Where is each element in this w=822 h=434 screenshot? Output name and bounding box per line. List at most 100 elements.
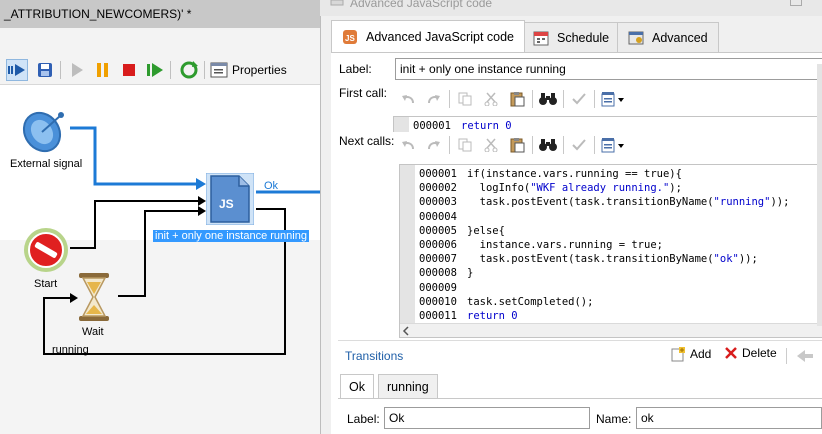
line-number: 000006	[419, 238, 457, 251]
label-field-label: Label:	[339, 62, 372, 76]
transition-name-input[interactable]: ok	[636, 407, 822, 429]
start-icon	[24, 228, 68, 272]
code-line: }	[467, 267, 474, 280]
paste-button[interactable]	[504, 134, 530, 156]
undo-icon	[402, 95, 414, 104]
insert-menu-icon	[601, 138, 624, 153]
svg-text:JS: JS	[345, 34, 355, 43]
paste-icon	[510, 138, 525, 153]
scroll-left-icon	[402, 326, 409, 336]
binoculars-icon	[539, 139, 557, 151]
tab-advanced[interactable]: Advanced	[617, 22, 719, 52]
select-mode-button[interactable]	[6, 59, 28, 81]
code-line: task.postEvent(task.transitionByName("ok…	[467, 253, 758, 266]
tab-label: Advanced JavaScript code	[366, 29, 515, 44]
code-line: instance.vars.running = true;	[467, 238, 663, 251]
tab-label: Advanced	[652, 30, 708, 45]
line-number: 000002	[419, 182, 457, 195]
svg-text:JS: JS	[219, 197, 234, 211]
transitions-title: Transitions	[345, 349, 404, 363]
js-activity-node[interactable]: JS	[205, 172, 255, 228]
horizontal-scrollbar[interactable]	[400, 323, 822, 337]
line-number: 000010	[419, 295, 457, 308]
tab-advanced-javascript-code[interactable]: JS Advanced JavaScript code	[331, 20, 526, 52]
copy-button[interactable]	[452, 88, 478, 110]
arrow-right-icon	[8, 64, 25, 76]
play-icon	[72, 63, 83, 77]
next-calls-editor[interactable]: 000001 if(instance.vars.running == true){…	[399, 164, 822, 338]
workflow-toolbar: Properties	[0, 55, 320, 85]
redo-button[interactable]	[421, 134, 447, 156]
transition-tab-label: running	[387, 379, 429, 394]
check-syntax-button[interactable]	[566, 88, 592, 110]
stop-icon	[123, 64, 135, 76]
external-signal-label: External signal	[10, 158, 83, 170]
undo-icon	[402, 141, 414, 150]
add-transition-button[interactable]: Add	[670, 346, 711, 362]
find-button[interactable]	[535, 134, 561, 156]
line-number: 000003	[419, 196, 457, 209]
javascript-file-icon: JS	[205, 172, 255, 226]
stop-button[interactable]	[118, 59, 140, 81]
transition-label-field-label: Label:	[347, 412, 380, 426]
label-input[interactable]: init + only one instance running	[395, 58, 822, 80]
delete-transition-button[interactable]: Delete	[724, 346, 777, 360]
transition-tab-running[interactable]: running	[378, 374, 438, 398]
delete-icon	[725, 347, 737, 359]
document-tab[interactable]: _ATTRIBUTION_NEWCOMERS)' *	[0, 0, 320, 28]
insert-menu-button[interactable]	[597, 134, 631, 156]
undo-button[interactable]	[395, 134, 421, 156]
start-label: Start	[34, 278, 58, 290]
transition-tab-label: Ok	[349, 379, 365, 394]
dialog-title: Advanced JavaScript code	[350, 0, 493, 10]
line-number: 000005	[419, 224, 457, 237]
cut-button[interactable]	[478, 134, 504, 156]
arrow-left-icon[interactable]	[796, 349, 814, 363]
binoculars-icon	[539, 93, 557, 105]
paste-button[interactable]	[504, 88, 530, 110]
copy-button[interactable]	[452, 134, 478, 156]
next-calls-label: Next calls:	[339, 134, 395, 148]
external-signal-node[interactable]	[20, 106, 70, 159]
pause-icon	[97, 63, 108, 77]
satellite-dish-icon	[22, 111, 64, 153]
copy-icon	[458, 92, 472, 106]
code-line: task.setCompleted();	[467, 295, 594, 308]
refresh-button[interactable]	[178, 59, 200, 81]
cut-icon	[484, 92, 498, 106]
cut-button[interactable]	[478, 88, 504, 110]
code-line: if(instance.vars.running == true){	[467, 168, 682, 180]
hourglass-icon	[79, 273, 109, 321]
copy-icon	[458, 138, 472, 152]
find-button[interactable]	[535, 88, 561, 110]
window-maximize-icon[interactable]	[790, 0, 802, 6]
first-call-toolbar	[395, 86, 631, 112]
check-syntax-button[interactable]	[566, 134, 592, 156]
undo-button[interactable]	[395, 88, 421, 110]
save-icon	[38, 63, 52, 77]
properties-button[interactable]: Properties	[210, 59, 287, 81]
insert-menu-button[interactable]	[597, 88, 631, 110]
transitions-header: Transitions Add Delete	[338, 340, 822, 370]
transition-running-label: running	[52, 344, 89, 356]
transition-label-input[interactable]: Ok	[384, 407, 590, 429]
first-call-editor[interactable]: 000001 return 0	[393, 116, 822, 132]
pause-button[interactable]	[92, 59, 114, 81]
save-button[interactable]	[34, 59, 56, 81]
transition-tab-ok[interactable]: Ok	[340, 374, 374, 398]
redo-button[interactable]	[421, 88, 447, 110]
transition-name-field-label: Name:	[596, 412, 632, 426]
tab-schedule[interactable]: Schedule	[522, 22, 621, 52]
wait-node[interactable]	[76, 272, 112, 325]
step-button[interactable]	[144, 59, 166, 81]
properties-label: Properties	[232, 63, 287, 77]
add-icon	[671, 347, 685, 362]
calendar-icon	[533, 31, 549, 45]
line-number: 000007	[419, 253, 457, 266]
editor-header-strip	[0, 28, 320, 58]
start-button[interactable]	[66, 59, 88, 81]
redo-icon	[428, 141, 440, 150]
start-node[interactable]	[22, 226, 70, 277]
line-number: 000009	[419, 281, 457, 294]
vertical-scrollbar[interactable]	[817, 64, 822, 326]
